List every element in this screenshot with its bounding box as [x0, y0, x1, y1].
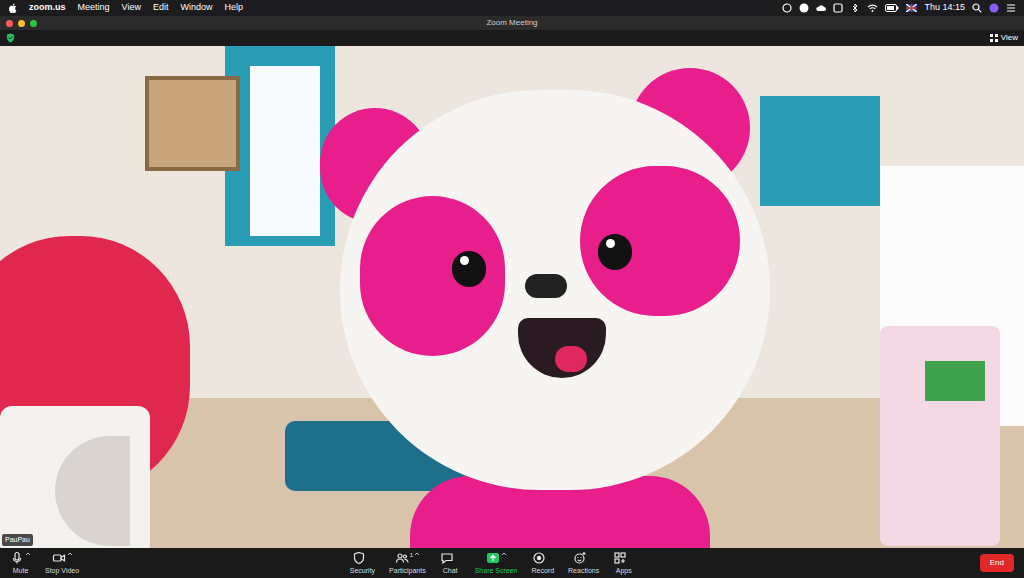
menu-item[interactable]: View	[122, 1, 141, 15]
menu-bar: zoom.us Meeting View Edit Window Help Thu 14…	[0, 0, 1024, 16]
control-center-icon[interactable]	[1006, 3, 1016, 13]
view-button[interactable]: View	[990, 32, 1018, 44]
menu-caret	[367, 551, 373, 557]
chat-status-icon[interactable]	[782, 3, 792, 13]
bluetooth-icon[interactable]	[850, 3, 860, 13]
people-icon	[395, 551, 409, 565]
menu-caret[interactable]	[501, 551, 507, 557]
window-title: Zoom Meeting	[60, 16, 964, 30]
menu-caret	[588, 551, 594, 557]
menu-item[interactable]: Meeting	[78, 1, 110, 15]
toolbar-label: Apps	[616, 567, 632, 575]
chevron-up-icon[interactable]	[414, 551, 420, 557]
meeting-toolbar: Mute Stop Video Security 1 Participants Chat…	[0, 548, 1024, 578]
toolbar-button[interactable]: Apps	[613, 551, 634, 575]
share-icon	[486, 551, 500, 565]
menu-items: Meeting View Edit Window Help	[78, 1, 243, 15]
siri-icon[interactable]	[989, 3, 999, 13]
toolbar-label: Security	[350, 567, 375, 575]
menu-caret	[628, 551, 634, 557]
toolbar-label: Reactions	[568, 567, 599, 575]
toolbar-button[interactable]: Stop Video	[45, 551, 79, 575]
video-frame: PauPau	[0, 46, 1024, 548]
toolbar-button[interactable]: Chat	[440, 551, 461, 575]
cloud-status-icon[interactable]	[816, 3, 826, 13]
zoom-button[interactable]	[30, 20, 37, 27]
end-button[interactable]: End	[980, 554, 1014, 572]
menu-item[interactable]: Window	[180, 1, 212, 15]
record-icon	[532, 551, 546, 565]
apps-icon	[613, 551, 627, 565]
chat-icon	[440, 551, 454, 565]
battery-icon[interactable]	[885, 4, 899, 12]
menu-caret[interactable]	[67, 551, 73, 557]
menu-caret	[547, 551, 553, 557]
box-status-icon[interactable]	[833, 3, 843, 13]
status-icons: Thu 14:15	[782, 1, 1016, 15]
meeting-info-bar: View	[0, 30, 1024, 46]
minimize-button[interactable]	[18, 20, 25, 27]
shield-icon	[352, 551, 366, 565]
chevron-up-icon[interactable]	[25, 551, 31, 557]
close-button[interactable]	[6, 20, 13, 27]
menu-item[interactable]: Help	[224, 1, 243, 15]
toolbar-label: Chat	[443, 567, 458, 575]
participant-count: 1	[410, 551, 413, 560]
app-menu[interactable]: zoom.us	[29, 1, 66, 15]
reaction-icon	[573, 551, 587, 565]
toolbar-label: Participants	[389, 567, 426, 575]
wifi-icon[interactable]	[867, 3, 878, 13]
toolbar-button[interactable]: 1 Participants	[389, 551, 426, 575]
menu-caret[interactable]	[414, 551, 420, 557]
music-status-icon[interactable]	[799, 3, 809, 13]
menu-caret[interactable]	[25, 551, 31, 557]
toolbar-label: Stop Video	[45, 567, 79, 575]
toolbar-button[interactable]: Share Screen	[475, 551, 518, 575]
toolbar-label: Record	[531, 567, 554, 575]
toolbar-button[interactable]: Security	[350, 551, 375, 575]
camera-icon	[52, 551, 66, 565]
clock[interactable]: Thu 14:15	[924, 1, 965, 15]
grid-icon	[990, 34, 998, 42]
menu-item[interactable]: Edit	[153, 1, 169, 15]
flag-icon[interactable]	[906, 4, 917, 12]
toolbar-button[interactable]: Reactions	[568, 551, 599, 575]
apple-icon[interactable]	[8, 3, 17, 13]
search-icon[interactable]	[972, 3, 982, 13]
toolbar-button[interactable]: Record	[531, 551, 554, 575]
chevron-up-icon[interactable]	[67, 551, 73, 557]
chevron-up-icon[interactable]	[501, 551, 507, 557]
menu-caret	[455, 551, 461, 557]
toolbar-button[interactable]: Mute	[10, 551, 31, 575]
shield-icon[interactable]	[6, 33, 15, 43]
participant-name: PauPau	[2, 534, 33, 547]
toolbar-label: Mute	[13, 567, 29, 575]
toolbar-label: Share Screen	[475, 567, 518, 575]
title-bar: Zoom Meeting	[0, 16, 1024, 30]
mic-icon	[10, 551, 24, 565]
